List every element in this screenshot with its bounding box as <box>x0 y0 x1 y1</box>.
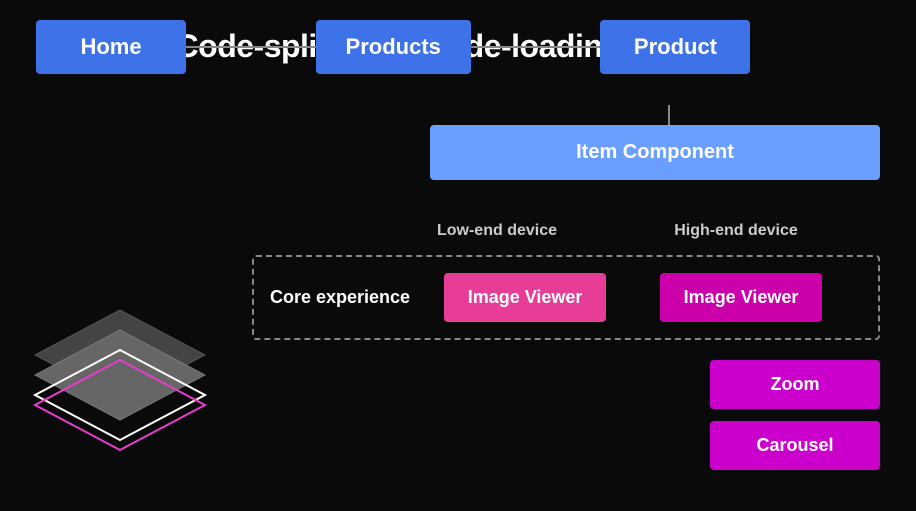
core-experience-box: Core experience Image Viewer Image Viewe… <box>252 255 880 340</box>
connector-1 <box>186 46 316 48</box>
slot-low: Image Viewer <box>430 273 620 322</box>
core-box-inner: Core experience Image Viewer Image Viewe… <box>270 273 862 322</box>
item-component-node: Item Component <box>430 125 880 180</box>
device-label-row: Low-end device High-end device <box>252 222 880 240</box>
image-viewer-low: Image Viewer <box>444 273 607 322</box>
core-slots: Image Viewer Image Viewer <box>430 273 862 322</box>
item-component-wrapper: Item Component <box>430 125 880 180</box>
image-viewer-high: Image Viewer <box>660 273 823 322</box>
zoom-button: Zoom <box>710 360 880 409</box>
core-label: Core experience <box>270 287 410 308</box>
highend-extras: Zoom Carousel <box>710 360 880 470</box>
home-node: Home <box>36 20 186 74</box>
label-spacer <box>252 222 402 240</box>
low-device-label: Low-end device <box>402 222 592 240</box>
slot-high: Image Viewer <box>620 273 862 322</box>
carousel-button: Carousel <box>710 421 880 470</box>
product-node: Product <box>600 20 750 74</box>
high-device-label: High-end device <box>592 222 880 240</box>
route-row: Home Products Product <box>36 20 880 74</box>
connector-2 <box>471 46 601 48</box>
products-node: Products <box>316 20 471 74</box>
layers-icon <box>20 290 220 470</box>
